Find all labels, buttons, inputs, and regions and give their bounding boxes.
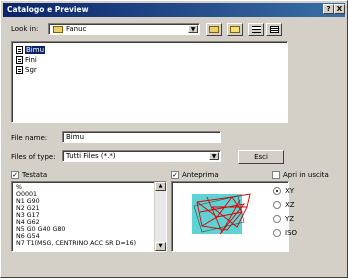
list-item[interactable]: Sgr: [16, 65, 37, 74]
filetype-value: Tutti Files (*.*): [66, 152, 116, 160]
code-line: N5 G0 G40 G80: [16, 226, 66, 233]
vertical-scrollbar[interactable]: ▲ ▼: [154, 182, 166, 251]
toolpath-preview: [171, 181, 289, 252]
toolpath-graphic: [192, 193, 251, 235]
filetype-combo[interactable]: Tutti Files (*.*) ▼: [62, 150, 221, 162]
code-line: %: [16, 184, 22, 191]
testata-checkbox[interactable]: ✓: [11, 171, 19, 179]
list-item[interactable]: Fini: [16, 55, 37, 64]
anteprima-label: Anteprima: [182, 171, 219, 179]
up-folder-icon: [209, 26, 219, 33]
scroll-up-icon[interactable]: ▲: [155, 182, 166, 191]
code-line: N2 G21: [16, 205, 40, 212]
close-button[interactable]: X: [334, 4, 345, 14]
help-button[interactable]: ?: [323, 4, 334, 14]
list-view-button[interactable]: [248, 23, 264, 36]
apri-label: Apri in uscita: [283, 171, 329, 179]
chevron-down-icon[interactable]: ▼: [188, 25, 198, 33]
dialog-title: Catalogo e Preview: [7, 5, 89, 14]
apri-checkbox[interactable]: [272, 171, 280, 179]
filename-value: Bimu: [66, 133, 85, 141]
anteprima-checkbox[interactable]: ✓: [171, 171, 179, 179]
code-line: O0001: [16, 191, 37, 198]
testata-label: Testata: [22, 171, 48, 179]
list-item[interactable]: Bimu: [16, 45, 46, 54]
chevron-down-icon[interactable]: ▼: [209, 152, 219, 160]
lookin-label: Look in:: [11, 25, 39, 33]
code-line: N1 G90: [16, 198, 40, 205]
code-line: N6 G54: [16, 233, 40, 240]
filename-label: File name:: [11, 134, 48, 142]
new-folder-button[interactable]: [227, 23, 243, 36]
title-bar: Catalogo e Preview: [3, 3, 345, 17]
exit-button[interactable]: Esci: [238, 150, 284, 164]
folder-icon: [53, 26, 63, 33]
scroll-down-icon[interactable]: ▼: [155, 242, 166, 251]
list-view-icon: [252, 26, 261, 33]
view-xz-label: XZ: [285, 201, 295, 209]
file-icon: [16, 55, 23, 64]
code-line: N7 T1(MSG, CENTRINO ACC SR D=16): [16, 240, 137, 247]
view-xz-radio[interactable]: [273, 201, 281, 209]
view-xy-label: XY: [285, 187, 295, 195]
file-name: Sgr: [25, 65, 37, 74]
view-yz-radio[interactable]: [273, 215, 281, 223]
file-icon: [16, 65, 23, 74]
dialog-window: Catalogo e Preview ? X Look in: Fanuc ▼ …: [0, 0, 348, 278]
view-xy-radio[interactable]: [273, 187, 281, 195]
file-list[interactable]: Bimu Fini Sgr: [11, 41, 288, 123]
view-iso-label: ISO: [285, 229, 298, 237]
details-view-icon: [270, 26, 279, 33]
filetype-label: Files of type:: [11, 153, 56, 161]
lookin-combo[interactable]: Fanuc ▼: [48, 23, 200, 35]
code-line: N3 G17: [16, 212, 40, 219]
file-icon: [16, 45, 23, 54]
filename-field[interactable]: Bimu: [62, 131, 221, 143]
details-view-button[interactable]: [266, 23, 282, 36]
file-name: Fini: [25, 55, 37, 64]
view-iso-radio[interactable]: [273, 229, 281, 237]
lookin-value: Fanuc: [66, 25, 87, 33]
new-folder-icon: [230, 26, 240, 33]
up-folder-button[interactable]: [206, 23, 222, 36]
file-name: Bimu: [25, 45, 46, 54]
code-line: N4 G62: [16, 219, 40, 226]
code-preview-box[interactable]: % O0001 N1 G90 N2 G21 N3 G17 N4 G62 N5 G…: [11, 181, 167, 252]
view-yz-label: YZ: [285, 215, 295, 223]
